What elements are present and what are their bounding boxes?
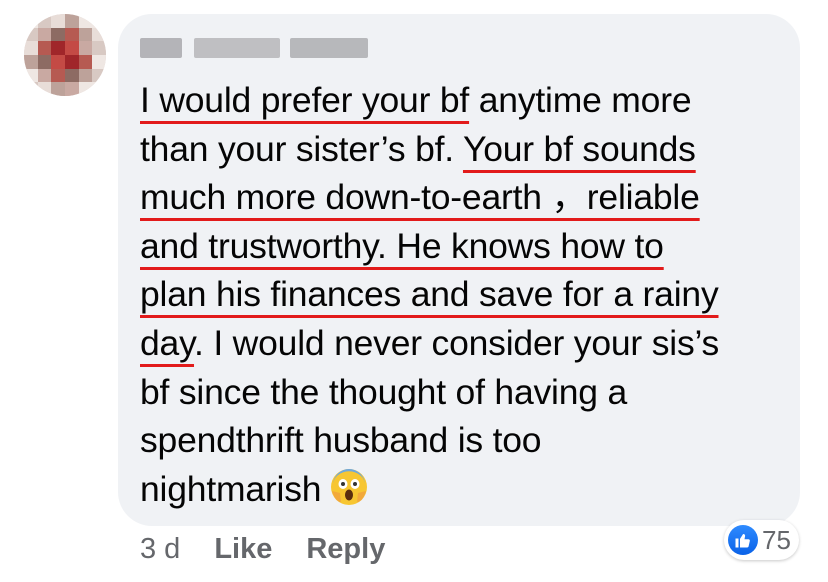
- comment-text-segment: nightmarish: [140, 468, 322, 509]
- comment-meta: 3 d Like Reply: [140, 533, 385, 566]
- comment-text-segment: spendthrift husband is too: [140, 420, 542, 461]
- comment-author-name-redacted[interactable]: [140, 26, 368, 70]
- reaction-count: 75: [762, 524, 791, 555]
- underlined-text: and trustworthy. He knows how to: [140, 225, 664, 266]
- comment-line: nightmarish: [140, 465, 790, 514]
- reply-button[interactable]: Reply: [306, 533, 385, 566]
- reaction-summary[interactable]: 75: [724, 520, 799, 560]
- comment-text: I would prefer your bf anytime more than …: [140, 76, 790, 513]
- comment-line: much more down-to-earth ，reliable: [140, 173, 790, 222]
- underlined-text: plan his finances and save for a rainy: [140, 274, 719, 315]
- underlined-text: Your bf sounds: [462, 128, 696, 169]
- thumbs-up-icon: [728, 525, 758, 555]
- like-button[interactable]: Like: [214, 533, 272, 566]
- underlined-text: I would prefer your bf: [140, 80, 470, 120]
- comment-text-segment: than your sister’s bf.: [140, 128, 463, 169]
- underlined-text: day: [140, 322, 195, 363]
- comment-line: bf since the thought of having a: [140, 368, 790, 417]
- comment-text-segment: anytime more: [469, 80, 692, 120]
- comment-text-segment: . I would never consider your sis’s: [194, 322, 720, 363]
- face-screaming-in-fear-emoji: [331, 468, 368, 505]
- comment-line: spendthrift husband is too: [140, 416, 790, 465]
- comment-line: than your sister’s bf. Your bf sounds: [140, 125, 790, 174]
- comment-text-segment: bf since the thought of having a: [140, 371, 628, 412]
- timestamp[interactable]: 3 d: [140, 533, 180, 566]
- avatar[interactable]: [24, 14, 106, 96]
- comment-line: and trustworthy. He knows how to: [140, 222, 790, 271]
- comment-line: I would prefer your bf anytime more: [140, 76, 790, 125]
- comment-line: plan his finances and save for a rainy: [140, 270, 790, 319]
- comment-line: day. I would never consider your sis’s: [140, 319, 790, 368]
- underlined-text: much more down-to-earth ，reliable: [140, 177, 700, 218]
